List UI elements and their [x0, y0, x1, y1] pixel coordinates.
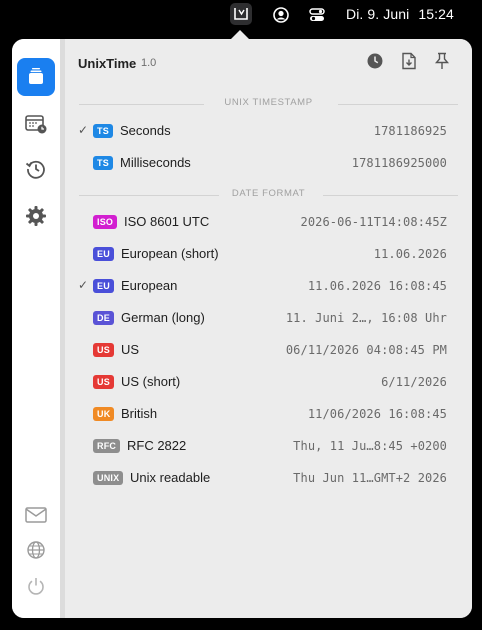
format-value[interactable]: Thu Jun 11…GMT+2 2026 [293, 471, 447, 485]
sidebar-item-formats[interactable] [17, 58, 55, 96]
format-label: ISO 8601 UTC [124, 214, 210, 229]
sidebar [12, 39, 60, 618]
format-label: Unix readable [130, 470, 211, 485]
pin-icon [434, 52, 450, 75]
sidebar-item-converter[interactable] [17, 105, 55, 143]
menubar-clock[interactable]: Di. 9. Juni 15:24 [346, 6, 454, 22]
format-badge: UNIX [93, 471, 124, 485]
format-badge: ISO [93, 215, 118, 229]
unixtime-app-icon[interactable] [230, 3, 252, 25]
format-label: European [121, 278, 178, 293]
format-row[interactable]: UNIX Unix readable Thu Jun 11…GMT+2 2026 [65, 465, 472, 491]
format-row[interactable]: US US (short) 6/11/2026 [65, 369, 472, 395]
format-value[interactable]: 1781186925 [374, 124, 447, 138]
format-badge: EU [93, 247, 114, 261]
format-label: US (short) [121, 374, 181, 389]
checkmark-icon: ✓ [78, 123, 89, 137]
format-value[interactable]: Thu, 11 Ju…8:45 +0200 [293, 439, 447, 453]
history-icon [24, 157, 48, 181]
app-title: UnixTime [78, 56, 137, 71]
format-badge: TS [93, 124, 113, 138]
account-circle-icon[interactable] [271, 5, 291, 25]
format-value[interactable]: 2026-06-11T14:08:45Z [301, 215, 448, 229]
format-row[interactable]: TS Milliseconds 1781186925000 [65, 150, 472, 176]
menu-bar: Di. 9. Juni 15:24 [0, 0, 482, 30]
format-row[interactable]: ✓ TS Seconds 1781186925 [65, 118, 472, 144]
export-file-icon [401, 52, 417, 75]
sidebar-item-history[interactable] [17, 150, 55, 188]
format-label: British [121, 406, 158, 421]
format-row[interactable]: RFC RFC 2822 Thu, 11 Ju…8:45 +0200 [65, 433, 472, 459]
format-row[interactable]: US US 06/11/2026 04:08:45 PM [65, 337, 472, 363]
format-label: European (short) [121, 246, 219, 261]
menubar-date: Di. 9. Juni [346, 6, 410, 22]
sidebar-item-settings[interactable] [17, 197, 55, 235]
header: UnixTime 1.0 [65, 39, 472, 87]
separator-line [323, 195, 458, 196]
format-badge: US [93, 343, 114, 357]
format-label: Seconds [120, 123, 171, 138]
separator-line [338, 104, 458, 105]
format-badge: US [93, 375, 114, 389]
section-header-unix: UNIX TIMESTAMP [79, 97, 458, 111]
pin-button[interactable] [432, 52, 452, 75]
format-badge: UK [93, 407, 115, 421]
power-icon [26, 576, 46, 596]
format-value[interactable]: 6/11/2026 [381, 375, 447, 389]
format-label: German (long) [121, 310, 205, 325]
format-label: US [121, 342, 140, 357]
format-value[interactable]: 11.06.2026 16:08:45 [308, 279, 447, 293]
now-button[interactable] [365, 53, 385, 73]
gear-icon [25, 205, 47, 227]
menubar-time: 15:24 [418, 6, 454, 22]
globe-icon [26, 540, 46, 560]
format-row[interactable]: ISO ISO 8601 UTC 2026-06-11T14:08:45Z [65, 209, 472, 235]
format-value[interactable]: 11. Juni 2…, 16:08 Uhr [286, 311, 447, 325]
sidebar-item-quit[interactable] [17, 567, 55, 605]
format-badge: RFC [93, 439, 121, 453]
control-center-icon[interactable] [307, 5, 327, 25]
stack-icon [25, 66, 47, 88]
format-row[interactable]: ✓ EU European 11.06.2026 16:08:45 [65, 273, 472, 299]
sidebar-item-website[interactable] [17, 531, 55, 569]
app-version: 1.0 [141, 57, 157, 69]
format-value[interactable]: 11/06/2026 16:08:45 [308, 407, 447, 421]
popover-window: UnixTime 1.0 UNIX TIMESTAMP ✓ TS Seconds… [12, 39, 472, 618]
format-row[interactable]: DE German (long) 11. Juni 2…, 16:08 Uhr [65, 305, 472, 331]
checkmark-icon: ✓ [78, 278, 89, 292]
format-badge: DE [93, 311, 114, 325]
format-value[interactable]: 06/11/2026 04:08:45 PM [286, 343, 447, 357]
format-label: Milliseconds [120, 155, 191, 170]
sidebar-item-feedback[interactable] [17, 496, 55, 534]
section-header-date: DATE FORMAT [79, 188, 458, 202]
format-badge: TS [93, 156, 113, 170]
format-label: RFC 2822 [127, 438, 187, 453]
section-title-unix: UNIX TIMESTAMP [224, 97, 313, 108]
format-value[interactable]: 11.06.2026 [374, 247, 447, 261]
format-row[interactable]: EU European (short) 11.06.2026 [65, 241, 472, 267]
format-value[interactable]: 1781186925000 [352, 156, 447, 170]
main-content: UnixTime 1.0 UNIX TIMESTAMP ✓ TS Seconds… [65, 39, 472, 618]
export-button[interactable] [399, 52, 419, 75]
format-row[interactable]: UK British 11/06/2026 16:08:45 [65, 401, 472, 427]
format-badge: EU [93, 279, 114, 293]
clock-icon [366, 52, 384, 75]
calendar-clock-icon [24, 112, 48, 136]
envelope-icon [25, 506, 47, 524]
section-title-date: DATE FORMAT [231, 188, 306, 199]
